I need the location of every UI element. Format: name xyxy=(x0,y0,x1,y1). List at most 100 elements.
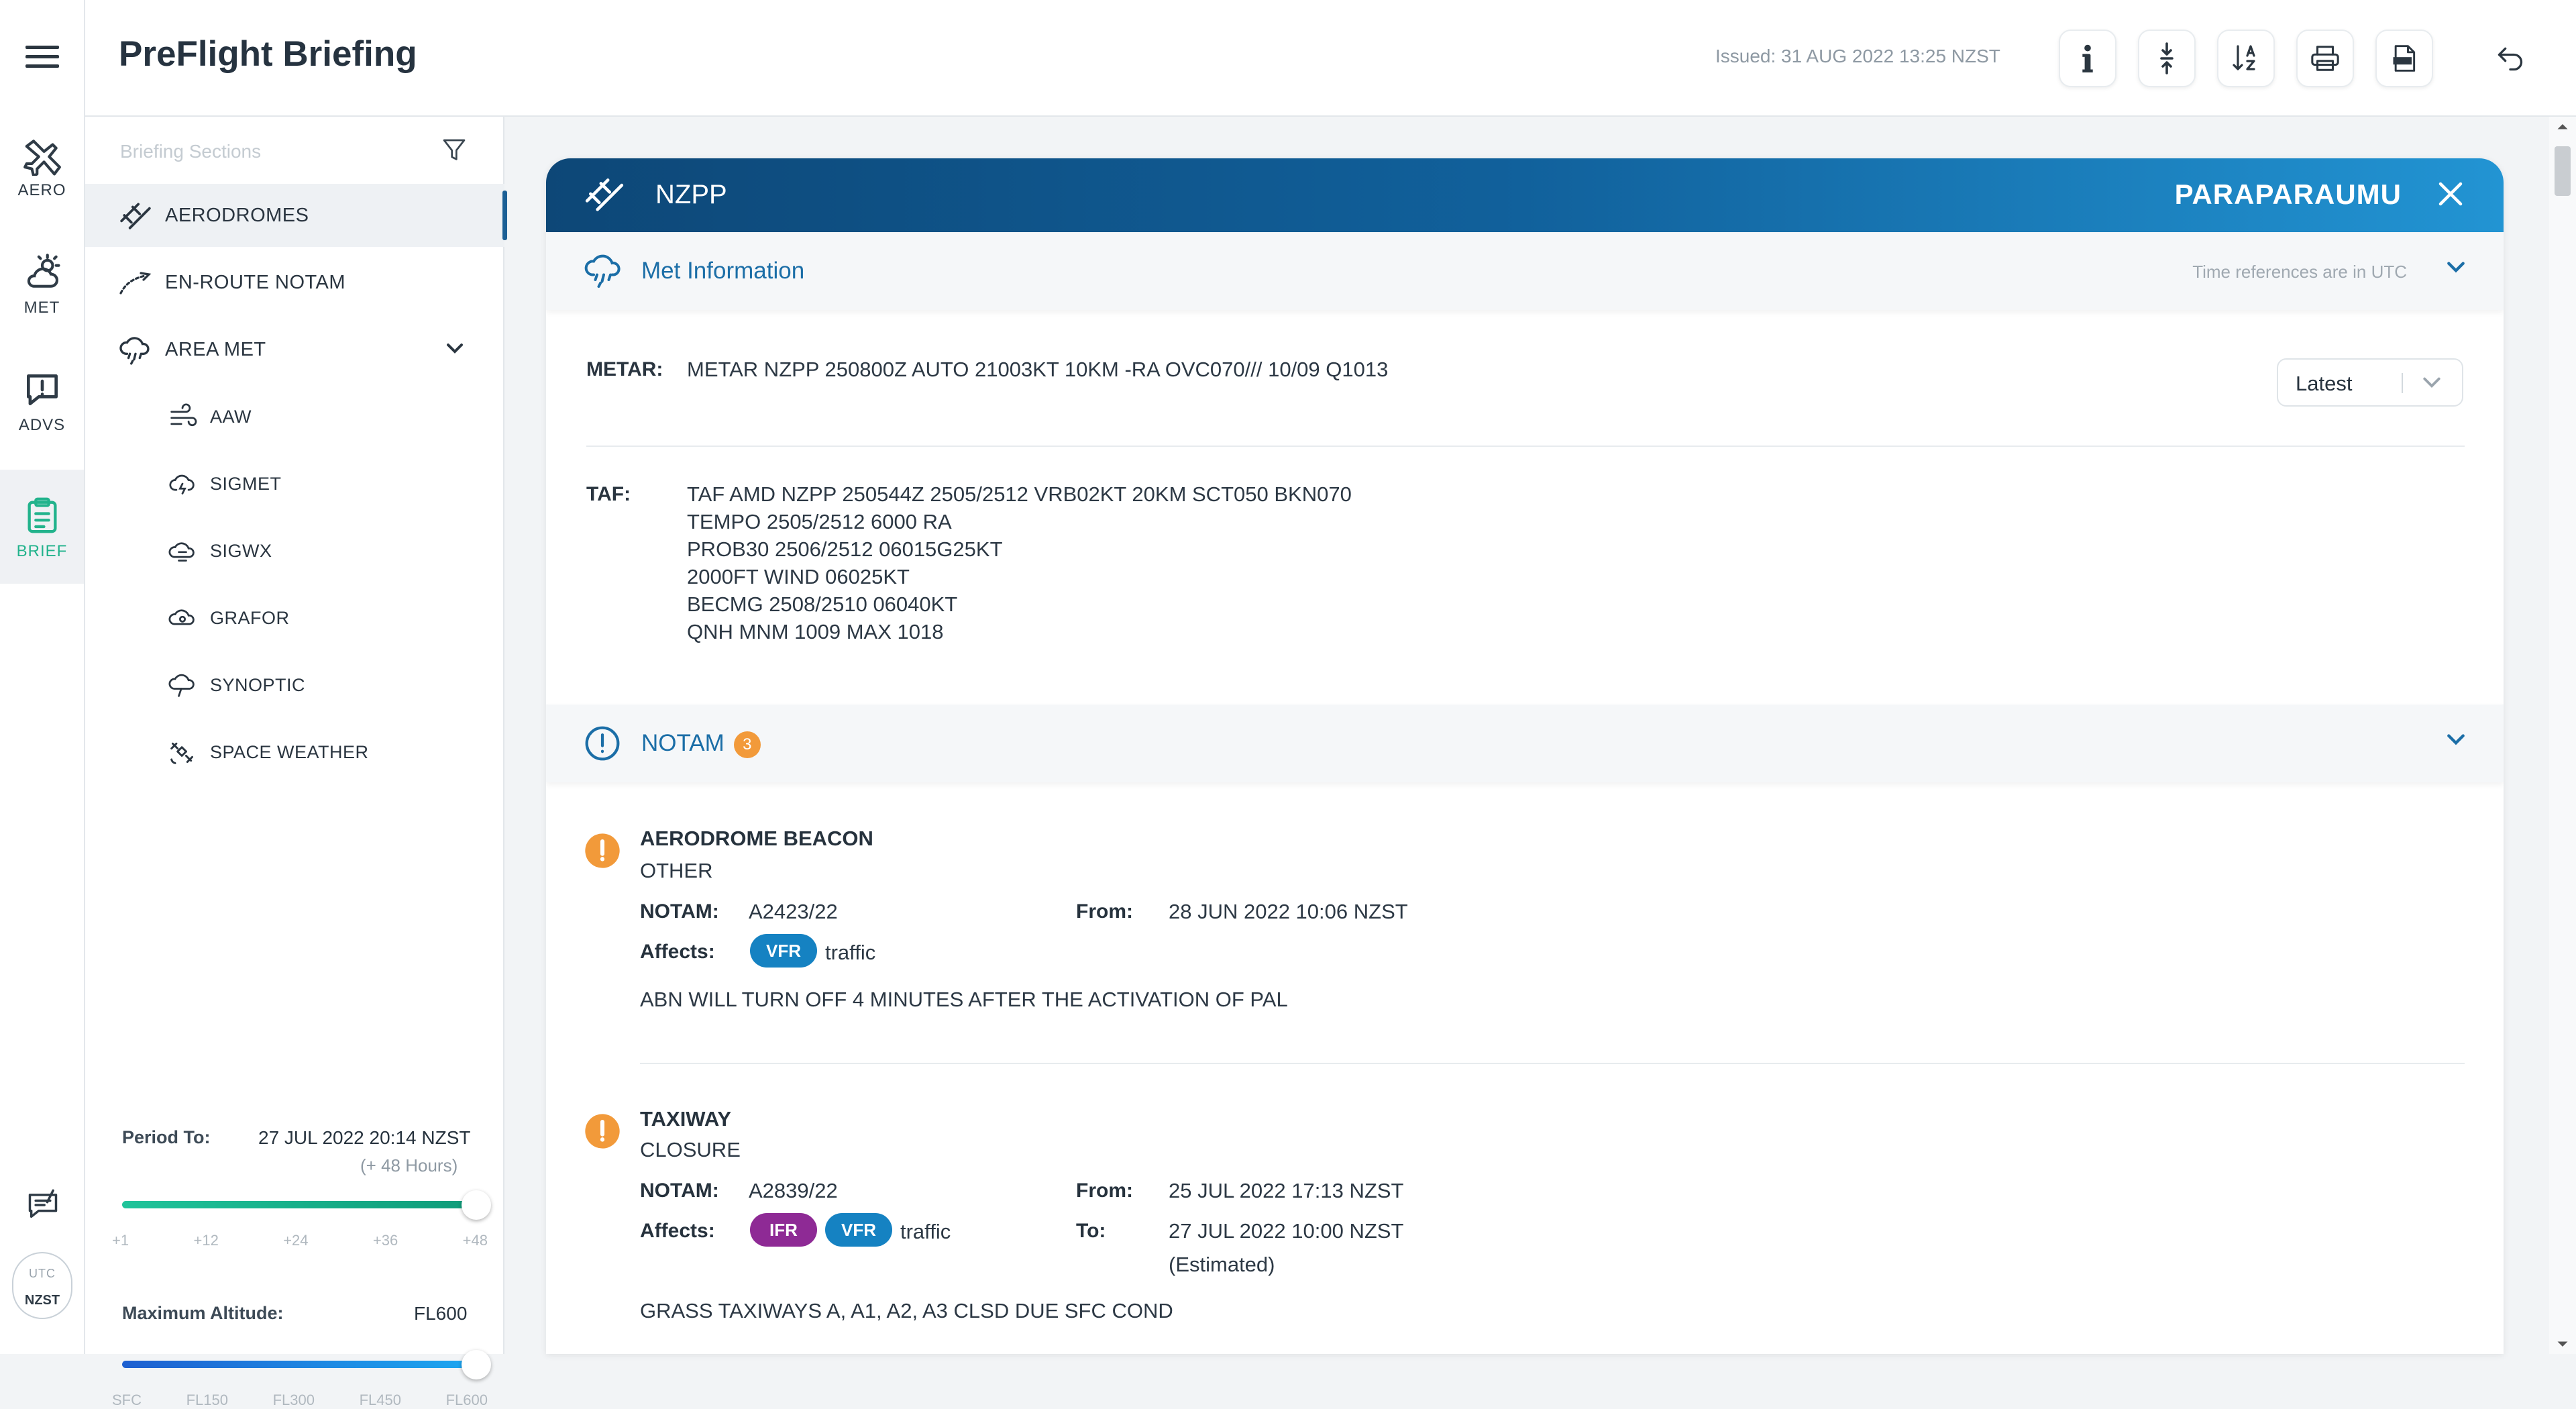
section-enroute-notam[interactable]: EN-ROUTE NOTAM xyxy=(85,251,504,314)
metar-text: METAR NZPP 250800Z AUTO 21003KT 10KM -RA… xyxy=(687,358,1389,381)
export-pdf-button[interactable]: PDF xyxy=(2375,30,2433,87)
altitude-value: FL600 xyxy=(414,1303,468,1324)
altitude-slider-handle[interactable] xyxy=(462,1350,491,1379)
notam-entry-subtitle: CLOSURE xyxy=(640,1138,741,1161)
storm-cloud-icon xyxy=(166,470,199,497)
rail-item-met[interactable]: MET xyxy=(0,252,84,362)
rain-cloud-icon xyxy=(115,334,156,365)
metar-label: METAR: xyxy=(586,358,663,380)
period-slider-handle[interactable] xyxy=(462,1190,491,1220)
notam-entry-subtitle: OTHER xyxy=(640,859,713,882)
altitude-label: Maximum Altitude: xyxy=(122,1303,284,1323)
notam-to-value: 27 JUL 2022 10:00 NZST xyxy=(1169,1219,1404,1243)
subsection-aaw[interactable]: AAW xyxy=(85,385,504,448)
warning-icon xyxy=(584,832,621,873)
subsection-label-synoptic: SYNOPTIC xyxy=(210,674,306,695)
vfr-badge: VFR xyxy=(825,1213,892,1247)
notam-body-text: GRASS TAXIWAYS A, A1, A2, A3 CLSD DUE SF… xyxy=(640,1299,1173,1322)
pdf-file-icon: PDF xyxy=(2393,45,2416,72)
met-information-header[interactable]: Met Information Time references are in U… xyxy=(546,232,2504,310)
filter-icon[interactable] xyxy=(441,136,468,168)
sort-button[interactable] xyxy=(2217,30,2275,87)
page-scrollbar[interactable] xyxy=(2549,117,2576,1354)
altitude-slider[interactable] xyxy=(122,1361,471,1368)
subsection-sigmet[interactable]: SIGMET xyxy=(85,452,504,515)
notam-to-note: (Estimated) xyxy=(1169,1253,1275,1276)
back-button[interactable] xyxy=(2481,30,2539,87)
met-information-title: Met Information xyxy=(641,258,805,284)
period-label: Period To: xyxy=(122,1127,211,1147)
period-slider[interactable] xyxy=(122,1201,471,1208)
notam-traffic-label: traffic xyxy=(825,941,876,964)
subsection-label-grafor: GRAFOR xyxy=(210,607,290,628)
sigwx-cloud-icon xyxy=(166,537,199,564)
aerodrome-card-header: NZPP PARAPARAUMU xyxy=(546,158,2504,232)
feedback-icon[interactable] xyxy=(24,1188,62,1226)
info-button[interactable] xyxy=(2059,30,2116,87)
altitude-tick: FL300 xyxy=(272,1392,315,1408)
period-ticks: +1 +12 +24 +36 +48 xyxy=(112,1232,488,1249)
subsection-synoptic[interactable]: SYNOPTIC xyxy=(85,654,504,717)
period-tick: +24 xyxy=(283,1232,309,1249)
left-rail: AERO MET ADVS BRIEF UTC NZST xyxy=(0,0,85,1354)
route-plane-icon xyxy=(115,269,156,296)
subsection-grafor[interactable]: GRAFOR xyxy=(85,586,504,649)
period-tick: +36 xyxy=(372,1232,398,1249)
rain-cloud-icon xyxy=(584,251,624,292)
scroll-up-icon[interactable] xyxy=(2557,122,2569,130)
aero-plane-icon xyxy=(23,140,61,176)
taf-line: QNH MNM 1009 MAX 1018 xyxy=(687,620,944,643)
section-label-enroute-notam: EN-ROUTE NOTAM xyxy=(165,271,346,293)
notam-body-text: ABN WILL TURN OFF 4 MINUTES AFTER THE AC… xyxy=(640,988,1288,1011)
chevron-down-icon[interactable] xyxy=(445,342,464,356)
notam-traffic-label: traffic xyxy=(900,1220,951,1243)
collapse-arrows-icon xyxy=(2160,42,2174,74)
section-label-area-met: AREA MET xyxy=(165,338,266,360)
close-icon[interactable] xyxy=(2434,177,2467,214)
weather-cloud-icon xyxy=(27,254,60,288)
chevron-down-icon[interactable] xyxy=(2446,733,2466,751)
rail-item-aero[interactable]: AERO xyxy=(0,134,84,245)
taf-line: BECMG 2508/2510 06040KT xyxy=(687,592,958,616)
notam-id-label: NOTAM: xyxy=(640,1180,719,1202)
altitude-tick: SFC xyxy=(112,1392,142,1408)
scroll-down-icon[interactable] xyxy=(2557,1341,2569,1349)
section-aerodromes[interactable]: AERODROMES xyxy=(85,184,507,247)
chevron-down-icon[interactable] xyxy=(2446,260,2466,278)
briefing-sections-panel: Briefing Sections AERODROMES EN-ROUTE NO… xyxy=(85,117,507,1408)
collapse-toggle-button[interactable] xyxy=(2138,30,2196,87)
ifr-badge: IFR xyxy=(750,1213,817,1247)
vfr-badge: VFR xyxy=(750,934,817,968)
taf-line: TEMPO 2505/2512 6000 RA xyxy=(687,510,952,533)
sections-search-input[interactable]: Briefing Sections xyxy=(120,141,261,162)
notam-affects-label: Affects: xyxy=(640,1220,715,1242)
scrollbar-thumb[interactable] xyxy=(2555,146,2571,196)
section-area-met[interactable]: AREA MET xyxy=(85,318,504,381)
metar-select-value: Latest xyxy=(2296,372,2353,395)
notam-count-badge: 3 xyxy=(733,731,761,758)
rail-item-advs[interactable]: ADVS xyxy=(0,369,84,480)
aerodrome-card: NZPP PARAPARAUMU Met Information Time re… xyxy=(546,158,2504,1354)
notam-title: NOTAM 3 xyxy=(641,730,761,758)
notam-header[interactable]: NOTAM 3 xyxy=(546,704,2504,782)
rail-item-brief[interactable]: BRIEF xyxy=(0,470,84,584)
notam-id-value: A2423/22 xyxy=(749,900,838,923)
subsection-sigwx[interactable]: SIGWX xyxy=(85,519,504,582)
rail-label-brief: BRIEF xyxy=(16,542,68,560)
tz-nzst-label: NZST xyxy=(24,1293,60,1308)
subsection-label-space-weather: SPACE WEATHER xyxy=(210,741,369,762)
timezone-toggle[interactable]: UTC NZST xyxy=(12,1252,72,1319)
warning-icon xyxy=(584,1112,621,1153)
section-label-aerodromes: AERODROMES xyxy=(165,204,309,226)
notam-from-label: From: xyxy=(1076,1180,1133,1202)
hamburger-menu-icon[interactable] xyxy=(25,46,59,71)
divider xyxy=(640,1063,2465,1064)
period-tick: +1 xyxy=(112,1232,129,1249)
top-header: PreFlight Briefing Issued: 31 AUG 2022 1… xyxy=(85,0,2576,117)
print-button[interactable] xyxy=(2296,30,2354,87)
subsection-space-weather[interactable]: SPACE WEATHER xyxy=(85,721,504,784)
rail-label-aero: AERO xyxy=(17,181,66,199)
wind-icon xyxy=(166,403,199,430)
aerodrome-code: NZPP xyxy=(655,180,727,209)
metar-select[interactable]: Latest xyxy=(2277,358,2463,407)
